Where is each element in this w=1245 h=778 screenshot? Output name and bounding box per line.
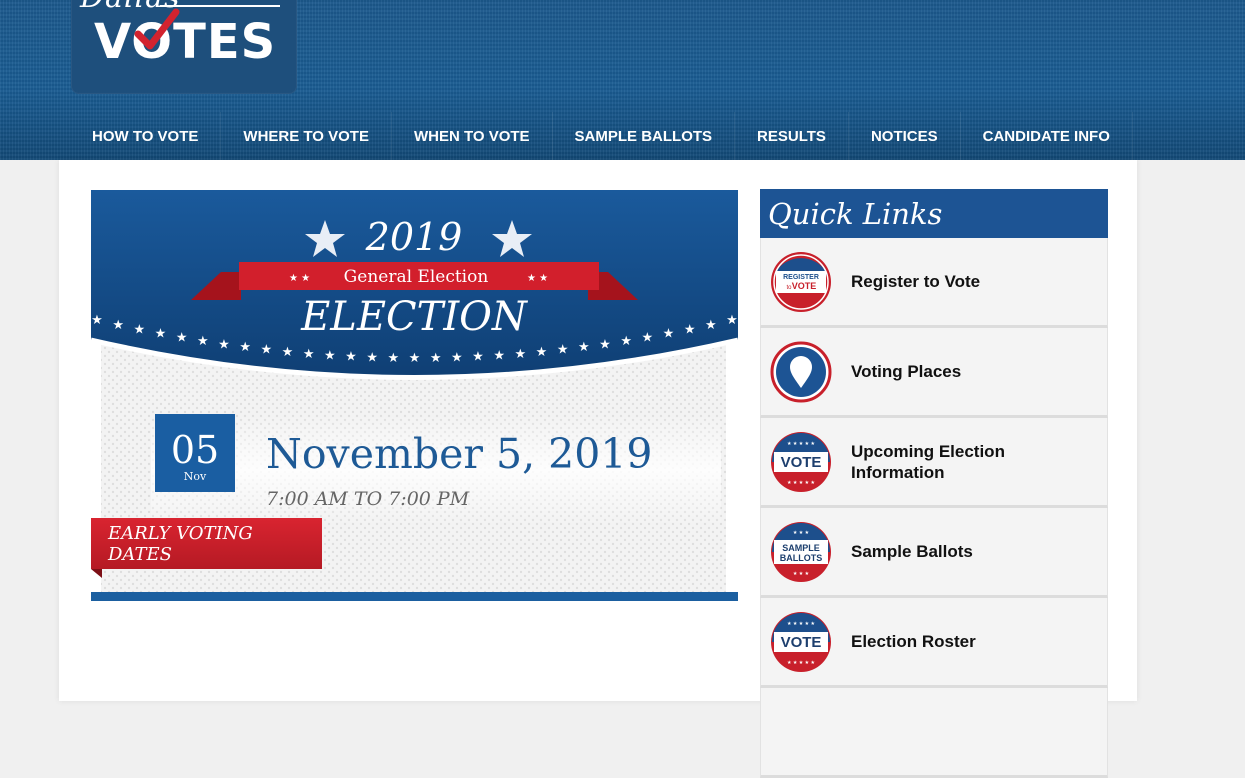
banner-star: ★ [197,333,209,348]
sample-ballots-icon: SAMPLE BALLOTS ★ ★ ★ ★ ★ ★ [771,522,831,582]
register-vote-icon: REGISTER to VOTE [771,252,831,312]
svg-text:★ ★: ★ ★ [289,273,310,284]
quick-links-list: REGISTER to VOTE Register to Vote Voting… [760,238,1108,778]
banner-star: ★ [642,330,654,345]
banner-star: ★ [578,339,590,354]
election-date: November 5, 2019 [266,430,653,478]
svg-text:VOTE: VOTE [781,634,822,651]
svg-text:VOTE: VOTE [792,281,817,291]
banner-year: 2019 [365,215,463,259]
checkmark-icon [134,8,180,50]
banner-star: ★ [303,346,315,361]
banner-star: ★ [536,344,548,359]
banner-star: ★ [409,350,421,365]
quick-link-sample-ballots[interactable]: SAMPLE BALLOTS ★ ★ ★ ★ ★ ★ Sample Ballot… [760,508,1108,598]
banner-star: ★ [726,312,738,327]
svg-text:★ ★ ★: ★ ★ ★ [793,530,810,536]
banner-star: ★ [388,350,400,365]
date-day: 05 [170,428,220,472]
site-header: Dallas VOTES HOW TO VOTE WHERE TO VOTE W… [0,0,1245,160]
quick-link-label: Voting Places [851,362,962,381]
logo-votes-text: VOTES [94,14,277,70]
vote-badge-icon: VOTE ★ ★ ★ ★ ★ ★ ★ ★ ★ ★ [771,432,831,492]
date-month: Nov [183,470,207,483]
nav-results[interactable]: RESULTS [735,112,849,160]
banner-star: ★ [430,350,442,365]
banner-star: ★ [493,347,505,362]
banner-star: ★ [451,349,463,364]
location-pin-icon [770,341,832,403]
quick-link-label: Sample Ballots [851,542,973,561]
banner-star: ★ [705,317,717,332]
svg-text:★ ★ ★ ★ ★: ★ ★ ★ ★ ★ [787,441,815,447]
svg-text:VOTE: VOTE [781,454,822,471]
svg-text:REGISTER: REGISTER [783,274,819,281]
quick-link-label: Upcoming Election Information [851,441,1005,482]
banner-star: ★ [599,336,611,351]
banner-star: ★ [515,346,527,361]
banner-star: ★ [282,344,294,359]
banner-bottom-bar [91,592,738,601]
main-nav: HOW TO VOTE WHERE TO VOTE WHEN TO VOTE S… [70,112,1133,160]
nav-sample-ballots[interactable]: SAMPLE BALLOTS [553,112,736,160]
banner-star: ★ [620,333,632,348]
polling-hours: 7:00 AM TO 7:00 PM [266,488,470,510]
early-voting-button[interactable]: EARLY VOTING DATES [91,518,322,569]
vote-badge-icon: VOTE ★ ★ ★ ★ ★ ★ ★ ★ ★ ★ [771,612,831,672]
quick-links-heading: Quick Links [760,189,1108,238]
svg-text:SAMPLE: SAMPLE [782,543,820,553]
quick-link-partial[interactable] [760,688,1108,778]
banner-star: ★ [176,330,188,345]
svg-text:★ ★ ★ ★ ★: ★ ★ ★ ★ ★ [787,480,815,486]
banner-star: ★ [239,339,251,354]
banner-ribbon-text: General Election [344,267,489,287]
banner-star: ★ [112,317,124,332]
banner-title: ELECTION [300,294,529,340]
nav-how-to-vote[interactable]: HOW TO VOTE [70,112,222,160]
nav-when-to-vote[interactable]: WHEN TO VOTE [392,112,553,160]
banner-star: ★ [134,321,146,336]
banner-star: ★ [557,342,569,357]
quick-link-label: Register to Vote [851,272,981,291]
banner-star: ★ [91,312,103,327]
svg-text:★ ★: ★ ★ [527,273,548,284]
date-badge: 05 Nov [155,414,235,492]
svg-text:★ ★ ★ ★ ★: ★ ★ ★ ★ ★ [787,621,815,627]
svg-text:★ ★ ★ ★ ★: ★ ★ ★ ★ ★ [787,660,815,666]
quick-link-election-roster[interactable]: VOTE ★ ★ ★ ★ ★ ★ ★ ★ ★ ★ Election Roster [760,598,1108,688]
banner-star: ★ [218,336,230,351]
quick-link-upcoming-election[interactable]: VOTE ★ ★ ★ ★ ★ ★ ★ ★ ★ ★ Upcoming Electi… [760,418,1108,508]
nav-where-to-vote[interactable]: WHERE TO VOTE [221,112,392,160]
banner-star: ★ [345,348,357,363]
banner-star: ★ [324,347,336,362]
banner-star: ★ [472,348,484,363]
banner-star: ★ [155,326,167,341]
banner-star: ★ [684,321,696,336]
quick-link-voting-places[interactable]: Voting Places [760,328,1108,418]
quick-link-label: Election Roster [851,632,976,651]
banner-star: ★ [366,349,378,364]
ribbon-fold [91,569,102,578]
banner-star: ★ [261,342,273,357]
svg-text:BALLOTS: BALLOTS [780,553,823,563]
quick-link-register[interactable]: REGISTER to VOTE Register to Vote [760,238,1108,328]
nav-candidate-info[interactable]: CANDIDATE INFO [961,112,1133,160]
svg-text:★ ★ ★: ★ ★ ★ [793,571,810,577]
nav-notices[interactable]: NOTICES [849,112,961,160]
banner-star: ★ [663,326,675,341]
